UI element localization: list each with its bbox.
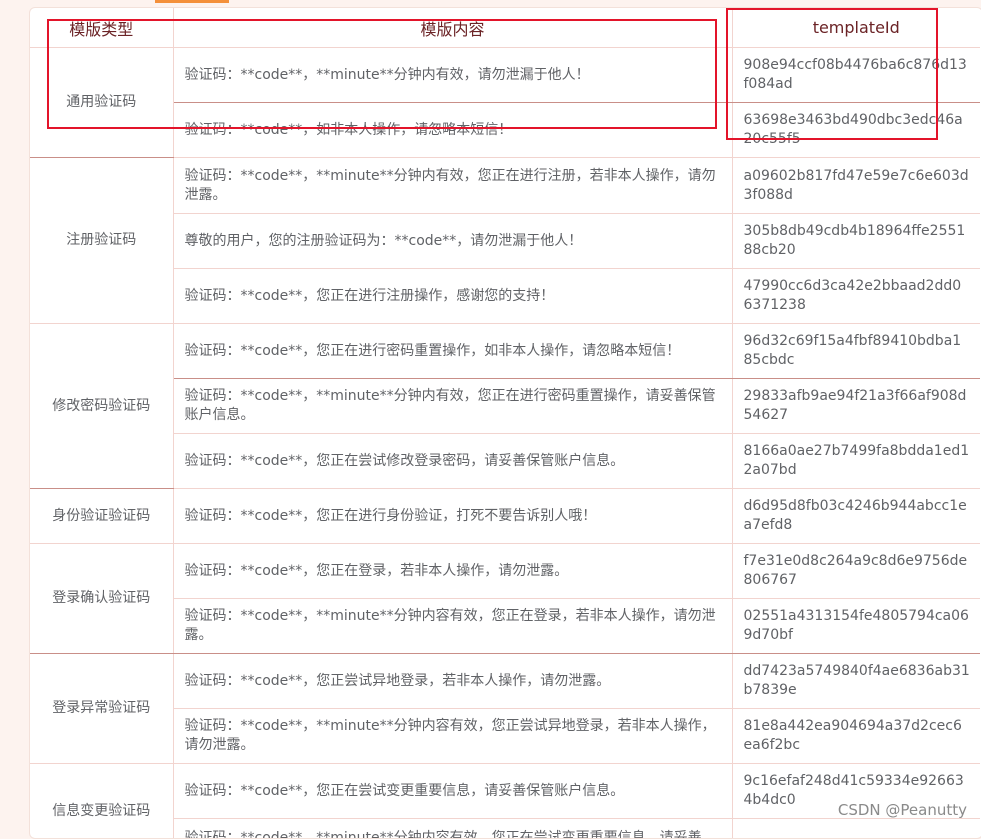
table-row: 验证码：**code**，如非本人操作，请忽略本短信！63698e3463bd4… <box>30 103 980 158</box>
template-content-cell: 验证码：**code**，**minute**分钟内有效，您正在进行注册，若非本… <box>173 158 732 214</box>
template-content-cell: 验证码：**code**，您正在进行密码重置操作，如非本人操作，请忽略本短信！ <box>173 324 732 379</box>
template-id-cell[interactable]: 8166a0ae27b7499fa8bdda1ed12a07bd <box>732 434 980 489</box>
template-type-cell: 登录异常验证码 <box>30 654 173 764</box>
template-content-cell: 验证码：**code**，您正在尝试修改登录密码，请妥善保管账户信息。 <box>173 434 732 489</box>
template-type-cell: 注册验证码 <box>30 158 173 324</box>
template-id-cell[interactable]: 908e94ccf08b4476ba6c876d13f084ad <box>732 48 980 103</box>
template-content-cell: 验证码：**code**，您正在尝试变更重要信息，请妥善保管账户信息。 <box>173 764 732 819</box>
template-content-cell: 验证码：**code**，您正尝试异地登录，若非本人操作，请勿泄露。 <box>173 654 732 709</box>
table-row: 验证码：**code**，您正在进行注册操作，感谢您的支持！47990cc6d3… <box>30 269 980 324</box>
header-type: 模版类型 <box>30 8 173 48</box>
template-type-cell: 身份验证验证码 <box>30 489 173 544</box>
table-header-row: 模版类型 模版内容 templateId <box>30 8 980 48</box>
template-type-cell: 登录确认验证码 <box>30 544 173 654</box>
template-id-cell[interactable]: f7e31e0d8c264a9c8d6e9756de806767 <box>732 544 980 599</box>
template-content-cell: 验证码：**code**，**minute**分钟内有效，您正在进行密码重置操作… <box>173 379 732 434</box>
template-id-cell[interactable]: dd7423a5749840f4ae6836ab31b7839e <box>732 654 980 709</box>
template-id-cell[interactable]: d6d95d8fb03c4246b944abcc1ea7efd8 <box>732 489 980 544</box>
template-content-cell: 验证码：**code**，您正在进行注册操作，感谢您的支持！ <box>173 269 732 324</box>
table-row: 修改密码验证码验证码：**code**，您正在进行密码重置操作，如非本人操作，请… <box>30 324 980 379</box>
table-row: 登录异常验证码验证码：**code**，您正尝试异地登录，若非本人操作，请勿泄露… <box>30 654 980 709</box>
template-id-cell[interactable]: 02551a4313154fe4805794ca069d70bf <box>732 599 980 654</box>
template-id-cell[interactable]: 96d32c69f15a4fbf89410bdba185cbdc <box>732 324 980 379</box>
template-type-cell: 修改密码验证码 <box>30 324 173 489</box>
header-content: 模版内容 <box>173 8 732 48</box>
template-id-cell[interactable]: 305b8db49cdb4b18964ffe255188cb20 <box>732 214 980 269</box>
table-row: 验证码：**code**，**minute**分钟内容有效，您正在登录，若非本人… <box>30 599 980 654</box>
watermark: CSDN @Peanutty <box>838 801 967 819</box>
template-table: 模版类型 模版内容 templateId 通用验证码验证码：**code**，*… <box>30 8 980 839</box>
template-content-cell: 验证码：**code**，您正在进行身份验证，打死不要告诉别人哦！ <box>173 489 732 544</box>
table-row: 尊敬的用户，您的注册验证码为：**code**，请勿泄漏于他人！305b8db4… <box>30 214 980 269</box>
table-row: 身份验证验证码验证码：**code**，您正在进行身份验证，打死不要告诉别人哦！… <box>30 489 980 544</box>
template-content-cell: 验证码：**code**，您正在登录，若非本人操作，请勿泄露。 <box>173 544 732 599</box>
template-type-cell: 信息变更验证码 <box>30 764 173 839</box>
template-content-cell: 验证码：**code**，如非本人操作，请忽略本短信！ <box>173 103 732 158</box>
table-row: 登录确认验证码验证码：**code**，您正在登录，若非本人操作，请勿泄露。f7… <box>30 544 980 599</box>
template-id-cell[interactable]: 29833afb9ae94f21a3f66af908d54627 <box>732 379 980 434</box>
template-content-cell: 验证码：**code**，**minute**分钟内容有效，您正在登录，若非本人… <box>173 599 732 654</box>
template-id-cell[interactable]: a09602b817fd47e59e7c6e603d3f088d <box>732 158 980 214</box>
header-template-id: templateId <box>732 8 980 48</box>
template-id-cell[interactable]: 81e8a442ea904694a37d2cec6ea6f2bc <box>732 709 980 764</box>
template-type-cell: 通用验证码 <box>30 48 173 158</box>
template-content-cell: 尊敬的用户，您的注册验证码为：**code**，请勿泄漏于他人！ <box>173 214 732 269</box>
table-row: 注册验证码验证码：**code**，**minute**分钟内有效，您正在进行注… <box>30 158 980 214</box>
table-row: 验证码：**code**，**minute**分钟内容有效，您正尝试异地登录，若… <box>30 709 980 764</box>
table-row: 验证码：**code**，**minute**分钟内有效，您正在进行密码重置操作… <box>30 379 980 434</box>
table-row: 通用验证码验证码：**code**，**minute**分钟内有效，请勿泄漏于他… <box>30 48 980 103</box>
template-id-cell[interactable]: 63698e3463bd490dbc3edc46a20c55f5 <box>732 103 980 158</box>
tab-underline <box>155 0 229 3</box>
template-content-cell: 验证码：**code**，**minute**分钟内有效，请勿泄漏于他人！ <box>173 48 732 103</box>
table-row: 验证码：**code**，您正在尝试修改登录密码，请妥善保管账户信息。8166a… <box>30 434 980 489</box>
template-id-cell[interactable]: 47990cc6d3ca42e2bbaad2dd06371238 <box>732 269 980 324</box>
template-content-cell: 验证码：**code**，**minute**分钟内容有效，您正尝试异地登录，若… <box>173 709 732 764</box>
template-table-card: 模版类型 模版内容 templateId 通用验证码验证码：**code**，*… <box>29 7 981 839</box>
